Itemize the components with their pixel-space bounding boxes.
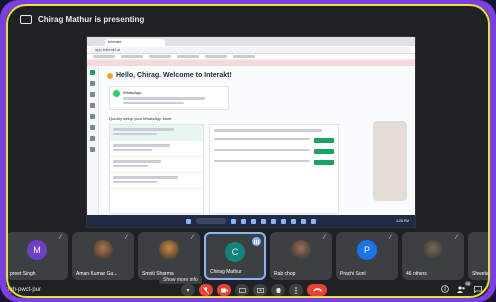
participant-tile[interactable]: ⁄ Aman Kumar Gu... xyxy=(72,232,134,280)
info-button[interactable] xyxy=(441,285,449,295)
speaking-indicator-icon xyxy=(252,237,261,246)
participant-tile[interactable]: ⁄ Smriti Sharma xyxy=(138,232,200,280)
avatar: P xyxy=(357,240,377,260)
meeting-code: ngh-pwct-pur xyxy=(6,287,42,293)
phone-preview xyxy=(373,121,407,201)
mic-muted-icon: ⁄ xyxy=(191,235,193,241)
chat-icon xyxy=(474,285,482,293)
people-count-badge: 56 xyxy=(464,280,471,286)
cam-off-icon xyxy=(220,288,228,292)
avatar-photo xyxy=(291,240,311,260)
setup-title: Quickly setup your WhatsApp store xyxy=(109,116,172,121)
mic-muted-icon: ⁄ xyxy=(389,235,391,241)
mic-off-icon xyxy=(203,286,209,294)
present-screen-icon xyxy=(20,14,32,24)
chat-button[interactable] xyxy=(474,285,482,295)
interakt-app: Hello, Chirag. Welcome to Interakt! What… xyxy=(87,66,415,216)
participant-name: Shweta Sanwar xyxy=(472,271,490,277)
people-button[interactable]: 56 xyxy=(457,280,471,295)
address-field: app.interakt.ai xyxy=(91,46,411,53)
participant-tile[interactable]: P ⁄ Prachi Soni xyxy=(336,232,398,280)
participant-name: Aman Kumar Gu... xyxy=(76,271,118,277)
card-title: WhatsApp xyxy=(123,90,142,95)
participant-strip: M ⁄ preet Singh ⁄ Aman Kumar Gu... ⁄ Smriti Sh… xyxy=(6,232,490,280)
mic-muted-icon: ⁄ xyxy=(125,235,127,241)
windows-taskbar: 4:28 PM xyxy=(87,215,415,227)
bottom-bar: ngh-pwct-pur ▾ 56 xyxy=(6,280,490,298)
participant-name: 46 others xyxy=(406,271,427,277)
meet-window: Chirag Mathur is presenting Interakt app… xyxy=(6,6,490,298)
avatar-photo xyxy=(93,240,113,260)
mic-muted-icon: ⁄ xyxy=(323,235,325,241)
more-options-button[interactable] xyxy=(289,284,303,296)
presenting-bar: Chirag Mathur is presenting xyxy=(6,6,490,32)
presenting-label: Chirag Mathur is presenting xyxy=(38,14,145,24)
participant-name: Prachi Soni xyxy=(340,271,366,277)
participant-name: preet Singh xyxy=(10,271,36,277)
mic-off-button[interactable] xyxy=(199,284,213,296)
participant-tile[interactable]: M ⁄ preet Singh xyxy=(6,232,68,280)
call-controls: ▾ xyxy=(181,284,327,296)
setup-steps xyxy=(109,124,204,214)
present-button[interactable] xyxy=(253,284,267,296)
app-main: Hello, Chirag. Welcome to Interakt! What… xyxy=(99,66,415,216)
taskbar-time: 4:28 PM xyxy=(395,219,409,223)
captions-icon xyxy=(238,287,246,293)
wave-icon xyxy=(107,72,113,79)
participant-name: Chirag Mathur xyxy=(210,269,242,275)
welcome-text: Hello, Chirag. Welcome to Interakt! xyxy=(116,72,232,79)
captions-button[interactable] xyxy=(235,284,249,296)
participant-tile[interactable]: ⁄ Rab chop xyxy=(270,232,332,280)
raise-hand-button[interactable] xyxy=(271,284,285,296)
activities-button[interactable]: ▾ xyxy=(181,284,195,296)
setup-panel xyxy=(209,124,339,214)
end-call-icon xyxy=(312,288,322,292)
present-icon xyxy=(256,287,264,293)
people-icon xyxy=(457,285,465,293)
avatar-photo xyxy=(489,240,490,260)
avatar-photo xyxy=(423,240,443,260)
shared-screen: Interakt app.interakt.ai Hello, Chirag. … xyxy=(86,36,416,228)
video-frame: Chirag Mathur is presenting Interakt app… xyxy=(0,0,496,302)
avatar-photo xyxy=(159,240,179,260)
browser-address-bar: app.interakt.ai xyxy=(87,46,415,54)
participant-tile[interactable]: ⁄Shweta Sanwar xyxy=(468,232,490,280)
browser-tab: Interakt xyxy=(105,39,165,46)
end-call-button[interactable] xyxy=(307,284,327,296)
participant-tile[interactable]: C Chirag Mathur xyxy=(204,232,266,280)
whatsapp-icon xyxy=(113,90,120,97)
welcome-heading: Hello, Chirag. Welcome to Interakt! xyxy=(107,72,232,79)
app-sidebar xyxy=(87,66,99,216)
browser-tabs: Interakt xyxy=(87,37,415,46)
info-icon xyxy=(441,285,449,293)
right-controls: 56 xyxy=(441,280,482,295)
participant-name: Rab chop xyxy=(274,271,296,277)
mic-muted-icon: ⁄ xyxy=(455,235,457,241)
avatar: C xyxy=(225,242,245,262)
participant-tile[interactable]: ⁄ 46 others xyxy=(402,232,464,280)
avatar: M xyxy=(27,240,47,260)
camera-off-button[interactable] xyxy=(217,284,231,296)
whatsapp-card: WhatsApp xyxy=(109,86,229,110)
hand-icon xyxy=(276,288,280,293)
more-icon xyxy=(295,286,297,294)
mic-muted-icon: ⁄ xyxy=(59,235,61,241)
